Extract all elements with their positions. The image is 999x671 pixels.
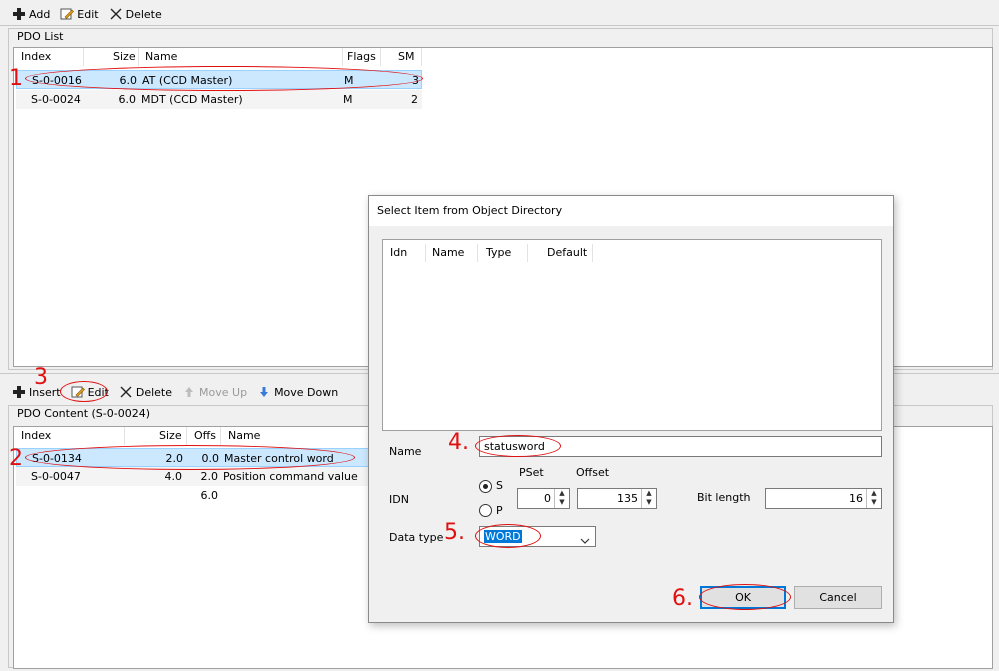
stepper-arrows[interactable]: ▲ ▼ bbox=[641, 489, 656, 508]
column-name[interactable]: Name bbox=[432, 244, 464, 262]
delete-button[interactable]: Delete bbox=[119, 385, 172, 399]
plus-icon bbox=[12, 385, 26, 399]
annotation-oval bbox=[60, 381, 108, 402]
data-type-label: Data type bbox=[389, 531, 444, 544]
chevron-down-icon[interactable]: ▼ bbox=[642, 498, 656, 507]
radio-s-label: S bbox=[496, 479, 503, 492]
stepper-arrows[interactable]: ▲ ▼ bbox=[866, 489, 881, 508]
annotation-oval bbox=[475, 435, 561, 457]
column-divider bbox=[425, 244, 426, 262]
chevron-up-icon[interactable]: ▲ bbox=[555, 489, 569, 498]
chevron-down-icon[interactable] bbox=[580, 532, 590, 551]
cell-name: MDT (CCD Master) bbox=[141, 93, 243, 106]
pdo-list-title: PDO List bbox=[17, 30, 64, 43]
offset-label: Offset bbox=[576, 466, 610, 479]
table-row[interactable]: S-0-0024 6.0 MDT (CCD Master) M 2 bbox=[16, 90, 422, 109]
pdo-list-toolbar: Add Edit Delete bbox=[0, 3, 999, 25]
column-size[interactable]: Size bbox=[159, 427, 182, 445]
radio-s[interactable] bbox=[479, 480, 492, 493]
chevron-down-icon[interactable]: ▼ bbox=[555, 498, 569, 507]
annotation-marker-6: 6. bbox=[672, 586, 693, 611]
toolbar-divider bbox=[0, 25, 999, 26]
radio-p-label: P bbox=[496, 504, 503, 517]
annotation-marker-2: 2 bbox=[9, 446, 23, 471]
pset-stepper[interactable]: 0 ▲ ▼ bbox=[517, 488, 570, 509]
column-size[interactable]: Size bbox=[113, 48, 136, 66]
stepper-arrows[interactable]: ▲ ▼ bbox=[554, 489, 569, 508]
cell-flags: M bbox=[343, 93, 353, 106]
column-divider bbox=[83, 48, 84, 66]
select-item-dialog: Select Item from Object Directory Idn Na… bbox=[368, 195, 894, 623]
column-sm[interactable]: SM bbox=[398, 48, 414, 66]
arrow-up-icon bbox=[182, 385, 196, 399]
move-down-button[interactable]: Move Down bbox=[257, 385, 338, 399]
move-up-button[interactable]: Move Up bbox=[182, 385, 247, 399]
dialog-title: Select Item from Object Directory bbox=[369, 196, 893, 226]
column-flags[interactable]: Flags bbox=[347, 48, 376, 66]
annotation-oval bbox=[25, 445, 355, 470]
column-offs[interactable]: Offs bbox=[194, 427, 216, 445]
column-divider bbox=[220, 427, 221, 445]
close-icon bbox=[109, 7, 123, 21]
annotation-oval bbox=[25, 66, 423, 91]
column-default[interactable]: Default bbox=[547, 244, 587, 262]
offset-value: 135 bbox=[617, 492, 638, 505]
column-divider bbox=[124, 427, 125, 445]
column-name[interactable]: Name bbox=[145, 48, 177, 66]
cell-index: S-0-0024 bbox=[31, 93, 81, 106]
column-idn[interactable]: Idn bbox=[390, 244, 407, 262]
column-type[interactable]: Type bbox=[486, 244, 511, 262]
close-icon bbox=[119, 385, 133, 399]
column-divider bbox=[421, 48, 422, 66]
cell-name: Position command value bbox=[223, 470, 358, 483]
pset-label: PSet bbox=[519, 466, 544, 479]
table-row[interactable]: 6.0 bbox=[16, 486, 376, 505]
offset-stepper[interactable]: 135 ▲ ▼ bbox=[577, 488, 657, 509]
chevron-up-icon[interactable]: ▲ bbox=[642, 489, 656, 498]
plus-icon bbox=[12, 7, 26, 21]
idn-label: IDN bbox=[389, 493, 409, 506]
cell-index: S-0-0047 bbox=[31, 470, 81, 483]
column-divider bbox=[342, 48, 343, 66]
column-divider bbox=[527, 244, 528, 262]
column-divider bbox=[592, 244, 593, 262]
annotation-oval bbox=[475, 524, 541, 548]
chevron-down-icon[interactable]: ▼ bbox=[867, 498, 881, 507]
pdo-content-title: PDO Content (S-0-0024) bbox=[17, 407, 150, 420]
bit-length-label: Bit length bbox=[697, 491, 751, 504]
column-name[interactable]: Name bbox=[228, 427, 260, 445]
cancel-button[interactable]: Cancel bbox=[794, 586, 882, 609]
arrow-down-icon bbox=[257, 385, 271, 399]
annotation-marker-1: 1 bbox=[9, 66, 23, 91]
add-button[interactable]: Add bbox=[12, 7, 50, 21]
annotation-marker-4: 4. bbox=[448, 430, 469, 455]
column-index[interactable]: Index bbox=[21, 48, 51, 66]
bit-length-stepper[interactable]: 16 ▲ ▼ bbox=[765, 488, 882, 509]
radio-p[interactable] bbox=[479, 504, 492, 517]
column-divider bbox=[380, 48, 381, 66]
chevron-up-icon[interactable]: ▲ bbox=[867, 489, 881, 498]
annotation-marker-3: 3 bbox=[34, 365, 48, 390]
annotation-oval bbox=[699, 584, 791, 610]
column-divider bbox=[477, 244, 478, 262]
delete-button[interactable]: Delete bbox=[109, 7, 162, 21]
column-divider bbox=[138, 48, 139, 66]
bit-length-value: 16 bbox=[849, 492, 863, 505]
name-label: Name bbox=[389, 445, 422, 458]
column-index[interactable]: Index bbox=[21, 427, 51, 445]
pset-value: 0 bbox=[544, 492, 551, 505]
column-divider bbox=[186, 427, 187, 445]
cell-sm: 2 bbox=[411, 93, 418, 106]
cell-offs: 6.0 bbox=[200, 489, 219, 502]
object-directory-list[interactable]: Idn Name Type Default bbox=[382, 239, 882, 431]
annotation-marker-5: 5. bbox=[444, 520, 465, 545]
cell-size: 6.0 bbox=[118, 93, 137, 106]
edit-icon bbox=[60, 7, 75, 21]
edit-button[interactable]: Edit bbox=[60, 7, 99, 21]
